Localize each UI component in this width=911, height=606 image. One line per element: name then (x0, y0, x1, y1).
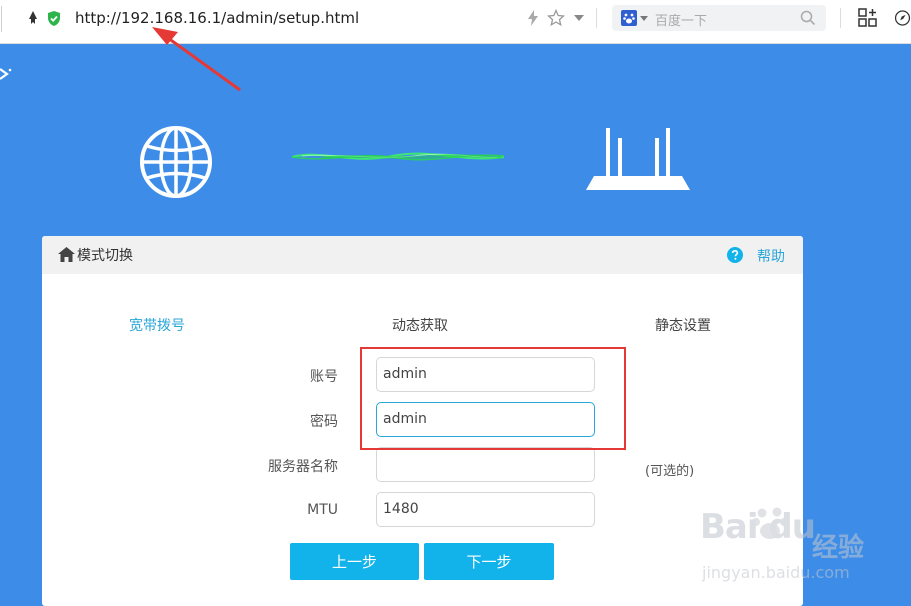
chevron-down-icon[interactable] (573, 12, 585, 24)
account-label: 账号 (310, 369, 338, 385)
help-link[interactable]: 帮助 (757, 246, 785, 266)
search-placeholder[interactable]: 百度一下 (655, 10, 707, 29)
connection-wave-icon (292, 152, 504, 161)
tab-static[interactable]: 静态设置 (655, 315, 711, 335)
lightning-icon[interactable] (525, 9, 541, 27)
baidu-paw-icon[interactable] (620, 9, 638, 27)
search-icon[interactable] (799, 9, 817, 27)
compass-icon[interactable] (894, 7, 911, 29)
secure-shield-icon[interactable] (45, 9, 63, 27)
mtu-input[interactable]: 1480 (376, 492, 595, 527)
optional-note: (可选的) (645, 464, 695, 479)
browser-toolbar: http://192.168.16.1/admin/setup.html 百度一… (0, 0, 911, 44)
password-label: 密码 (310, 414, 338, 430)
logo-fragment-icon (0, 66, 12, 82)
panel-header: 模式切换 帮助 (42, 236, 803, 274)
tab-pppoe[interactable]: 宽带拨号 (129, 315, 185, 335)
next-step-button[interactable]: 下一步 (424, 543, 554, 580)
rocket-icon[interactable] (24, 9, 42, 27)
help-icon[interactable] (726, 246, 743, 263)
watermark-brand: Bai du (700, 507, 816, 547)
address-bar-url[interactable]: http://192.168.16.1/admin/setup.html (75, 8, 359, 28)
mtu-label: MTU (307, 502, 338, 518)
tab-dhcp[interactable]: 动态获取 (392, 315, 448, 335)
setup-panel: 模式切换 帮助 宽带拨号 动态获取 静态设置 账号 admin 密码 admin… (42, 236, 803, 606)
toolbar-edge (0, 6, 2, 32)
watermark-cn: 经验 (812, 533, 865, 563)
engine-chevron-icon[interactable] (640, 15, 648, 21)
account-input[interactable]: admin (376, 357, 595, 392)
toolbar-separator (596, 8, 597, 28)
server-name-input[interactable] (376, 447, 595, 482)
home-icon (57, 246, 75, 262)
router-icon (584, 124, 692, 196)
prev-step-button[interactable]: 上一步 (290, 543, 419, 580)
globe-icon (139, 125, 213, 199)
toolbar-separator (840, 8, 841, 28)
panel-title: 模式切换 (77, 248, 133, 264)
password-input[interactable]: admin (376, 402, 595, 437)
baidu-watermark: Bai du 经验 jingyan.baidu.com (700, 505, 910, 595)
apps-grid-icon[interactable] (857, 7, 879, 29)
star-icon[interactable] (546, 8, 566, 28)
watermark-url: jingyan.baidu.com (702, 563, 850, 582)
server-name-label: 服务器名称 (268, 459, 338, 475)
search-box[interactable]: 百度一下 (612, 5, 826, 31)
